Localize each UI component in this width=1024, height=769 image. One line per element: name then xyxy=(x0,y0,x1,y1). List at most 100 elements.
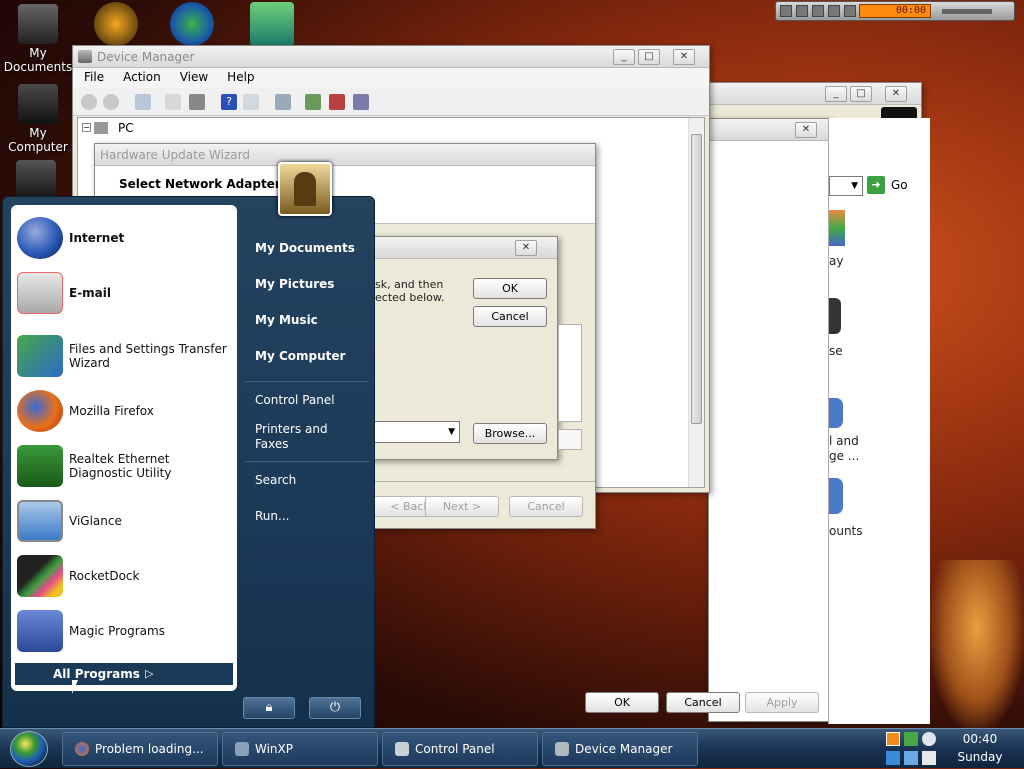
start-link-my-computer[interactable]: My Computer xyxy=(255,349,345,364)
users-icon xyxy=(829,398,843,428)
taskbar-button-firefox[interactable]: Problem loading... xyxy=(62,732,218,766)
uninstall-icon[interactable] xyxy=(353,94,369,110)
vertical-scrollbar[interactable] xyxy=(688,118,704,487)
tray-volume-icon[interactable] xyxy=(922,751,936,765)
start-button[interactable] xyxy=(10,731,48,767)
next-icon[interactable] xyxy=(844,5,856,17)
go-button[interactable]: Go xyxy=(891,178,908,192)
taskbar-button-control-panel[interactable]: Control Panel xyxy=(382,732,538,766)
start-item-label: E-mail xyxy=(69,286,112,300)
chess-knight-icon xyxy=(294,172,316,206)
close-button[interactable]: ✕ xyxy=(885,86,907,102)
menu-file[interactable]: File xyxy=(73,68,112,84)
window-title: Device Manager xyxy=(97,50,195,64)
maximize-button[interactable]: □ xyxy=(850,86,872,102)
start-item-viglance[interactable]: ViGlance xyxy=(17,500,233,542)
play-icon[interactable] xyxy=(780,5,792,17)
globe-icon xyxy=(17,217,63,259)
mail-icon xyxy=(17,272,63,314)
menu-help[interactable]: Help xyxy=(216,68,262,84)
start-item-magic-programs[interactable]: Magic Programs xyxy=(17,610,233,652)
update-driver-icon[interactable] xyxy=(305,94,321,110)
volume-slider[interactable] xyxy=(942,9,992,14)
tray-network-icon[interactable] xyxy=(904,732,918,746)
previous-icon[interactable] xyxy=(828,5,840,17)
properties-icon[interactable] xyxy=(135,94,151,110)
all-programs-button[interactable]: All Programs ▷ xyxy=(15,663,233,685)
control-panel-item[interactable]: ay xyxy=(829,254,843,268)
scroll-thumb[interactable] xyxy=(691,134,702,424)
path-combo[interactable]: ▼ xyxy=(369,421,460,443)
stop-icon[interactable] xyxy=(812,5,824,17)
tray-arrow-icon[interactable] xyxy=(886,751,900,765)
desktop-icon-my-computer[interactable]: My Computer xyxy=(2,84,74,154)
divider xyxy=(245,381,369,382)
taskbar-clock[interactable]: 00:40 Sunday xyxy=(945,729,1015,766)
pause-icon[interactable] xyxy=(796,5,808,17)
power-button[interactable]: ⏻ xyxy=(309,697,361,719)
address-dropdown[interactable]: ▼ xyxy=(829,176,863,196)
vlc-icon[interactable] xyxy=(94,2,138,46)
cp-cancel-button[interactable]: Cancel xyxy=(666,692,740,713)
minimize-button[interactable]: _ xyxy=(613,49,635,65)
forward-arrow-icon[interactable] xyxy=(103,94,119,110)
divider xyxy=(245,461,369,462)
start-link-printers[interactable]: Printers and Faxes xyxy=(255,422,345,452)
tree-expander[interactable]: − xyxy=(82,123,91,132)
close-button[interactable]: ✕ xyxy=(673,49,695,65)
control-panel-item[interactable]: ounts xyxy=(829,524,863,538)
lock-button[interactable]: 🔒︎ xyxy=(243,697,295,719)
start-link-search[interactable]: Search xyxy=(255,473,296,488)
start-link-my-music[interactable]: My Music xyxy=(255,313,318,328)
control-panel-item[interactable]: ge ... xyxy=(829,449,859,463)
disable-icon[interactable] xyxy=(329,94,345,110)
maximize-button[interactable]: □ xyxy=(638,49,660,65)
tray-help-icon[interactable] xyxy=(922,732,936,746)
display-icon xyxy=(829,210,845,246)
minimize-button[interactable]: _ xyxy=(825,86,847,102)
print-icon[interactable] xyxy=(189,94,205,110)
download-manager-icon[interactable] xyxy=(170,2,214,46)
dialog-titlebar: ✕ xyxy=(369,237,557,259)
lock-icon: 🔒︎ xyxy=(265,700,273,715)
start-link-my-documents[interactable]: My Documents xyxy=(255,241,355,256)
monitor-icon[interactable] xyxy=(250,2,294,46)
start-item-realtek[interactable]: Realtek Ethernet Diagnostic Utility xyxy=(17,445,233,487)
menu-action[interactable]: Action xyxy=(112,68,169,84)
help-icon[interactable]: ? xyxy=(221,94,237,110)
user-avatar[interactable] xyxy=(278,162,332,216)
view-icon[interactable] xyxy=(243,94,259,110)
start-link-run[interactable]: Run... xyxy=(255,509,289,524)
all-programs-label: All Programs xyxy=(53,667,140,681)
menu-view[interactable]: View xyxy=(169,68,216,84)
tray-orange-icon[interactable] xyxy=(886,732,900,746)
cp-apply-button[interactable]: Apply xyxy=(745,692,819,713)
wizard-cancel-button[interactable]: Cancel xyxy=(509,496,583,517)
start-item-transfer-wizard[interactable]: Files and Settings Transfer Wizard xyxy=(17,335,233,377)
wizard-next-button[interactable]: Next > xyxy=(425,496,499,517)
close-button[interactable]: ✕ xyxy=(515,240,537,256)
start-link-my-pictures[interactable]: My Pictures xyxy=(255,277,334,292)
control-panel-item[interactable]: l and xyxy=(829,434,859,448)
control-panel-item[interactable]: se xyxy=(829,344,843,358)
start-item-internet[interactable]: Internet xyxy=(17,217,233,259)
start-item-email[interactable]: E-mail xyxy=(17,272,233,314)
start-item-rocketdock[interactable]: RocketDock xyxy=(17,555,233,597)
back-arrow-icon[interactable] xyxy=(81,94,97,110)
browse-button[interactable]: Browse... xyxy=(473,423,547,444)
tree-root-pc[interactable]: PC xyxy=(118,121,134,135)
list-icon[interactable] xyxy=(165,94,181,110)
start-link-control-panel[interactable]: Control Panel xyxy=(255,393,335,408)
go-arrow-icon[interactable]: ➜ xyxy=(867,176,885,194)
taskbar-button-winxp[interactable]: WinXP xyxy=(222,732,378,766)
start-item-firefox[interactable]: Mozilla Firefox xyxy=(17,390,233,432)
dialog-cancel-button[interactable]: Cancel xyxy=(473,306,547,327)
desktop-icon-my-documents[interactable]: My Documents xyxy=(2,4,74,74)
close-button[interactable]: ✕ xyxy=(795,122,817,138)
scan-icon[interactable] xyxy=(275,94,291,110)
taskbar-button-device-manager[interactable]: Device Manager xyxy=(542,732,698,766)
tray-display-icon[interactable] xyxy=(904,751,918,765)
mouse-cursor xyxy=(72,680,78,694)
dialog-ok-button[interactable]: OK xyxy=(473,278,547,299)
cp-ok-button[interactable]: OK xyxy=(585,692,659,713)
